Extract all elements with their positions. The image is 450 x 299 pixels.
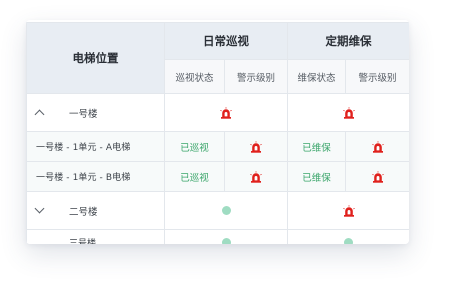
group-location-cell[interactable]: 三号楼	[26, 229, 165, 244]
maintenance-status-text: 已维保	[302, 142, 331, 154]
group-patrol-indicator-cell	[164, 93, 288, 132]
patrol-warning-cell	[224, 131, 288, 162]
chevron-down-icon[interactable]	[34, 203, 45, 214]
group-maintenance-indicator-cell	[287, 229, 409, 244]
siren-icon	[220, 106, 232, 119]
patrol-status-text: 已巡视	[180, 172, 209, 184]
table-row: 一号楼 - 1单元 - A电梯 已巡视 已维保	[26, 131, 409, 162]
siren-icon	[371, 170, 384, 183]
table-row-group[interactable]: 一号楼	[26, 93, 409, 132]
siren-icon	[371, 140, 384, 153]
siren-icon	[342, 204, 355, 217]
group-patrol-indicator-cell	[164, 229, 288, 244]
maintenance-status-text: 已维保	[302, 172, 331, 184]
status-dot-icon	[221, 205, 231, 215]
siren-icon	[250, 140, 262, 153]
group-label: 三号楼	[69, 239, 97, 244]
maintenance-warning-cell	[345, 161, 409, 192]
group-location-cell[interactable]: 一号楼	[26, 93, 165, 132]
status-dot-icon	[221, 238, 231, 244]
maintenance-status-cell: 已维保	[287, 131, 346, 162]
column-header-patrol-status: 巡视状态	[164, 59, 225, 94]
elevator-location-cell: 一号楼 - 1单元 - A电梯	[26, 131, 165, 162]
siren-icon	[342, 106, 355, 119]
column-group-periodic-maintenance: 定期维保	[287, 21, 409, 61]
column-header-maintenance-status: 维保状态	[287, 59, 346, 94]
patrol-status-cell: 已巡视	[164, 161, 225, 192]
group-label: 一号楼	[69, 108, 98, 120]
group-label: 二号楼	[69, 206, 98, 218]
elevator-location-cell: 一号楼 - 1单元 - B电梯	[26, 161, 165, 192]
group-patrol-indicator-cell	[164, 191, 288, 230]
patrol-status-cell: 已巡视	[164, 131, 225, 162]
maintenance-status-cell: 已维保	[287, 161, 346, 192]
status-dot-icon	[344, 238, 353, 244]
elevator-location-label: 一号楼 - 1单元 - B电梯	[36, 173, 131, 183]
chevron-up-icon[interactable]	[34, 109, 45, 120]
table-row-group[interactable]: 二号楼	[26, 191, 409, 230]
elevator-status-table: 电梯位置 日常巡视 定期维保 巡视状态 警示级别 维保状态 警示级别 一号楼 一…	[26, 21, 409, 244]
chevron-down-icon[interactable]	[34, 240, 45, 244]
column-group-daily-patrol: 日常巡视	[164, 21, 288, 61]
column-header-patrol-warning-level: 警示级别	[224, 59, 288, 94]
column-header-maintenance-warning-level: 警示级别	[345, 59, 409, 94]
table-row: 一号楼 - 1单元 - B电梯 已巡视 已维保	[26, 161, 409, 192]
patrol-warning-cell	[224, 161, 288, 192]
table-row-group[interactable]: 三号楼	[26, 229, 409, 244]
table-header: 电梯位置 日常巡视 定期维保 巡视状态 警示级别 维保状态 警示级别	[26, 21, 409, 94]
group-maintenance-indicator-cell	[287, 93, 409, 132]
group-maintenance-indicator-cell	[287, 191, 409, 230]
column-header-location: 电梯位置	[26, 22, 165, 94]
siren-icon	[250, 170, 262, 183]
elevator-status-card: 电梯位置 日常巡视 定期维保 巡视状态 警示级别 维保状态 警示级别 一号楼 一…	[26, 20, 409, 244]
patrol-status-text: 已巡视	[180, 142, 209, 154]
group-location-cell[interactable]: 二号楼	[26, 191, 165, 230]
elevator-location-label: 一号楼 - 1单元 - A电梯	[36, 143, 131, 153]
maintenance-warning-cell	[345, 131, 409, 162]
